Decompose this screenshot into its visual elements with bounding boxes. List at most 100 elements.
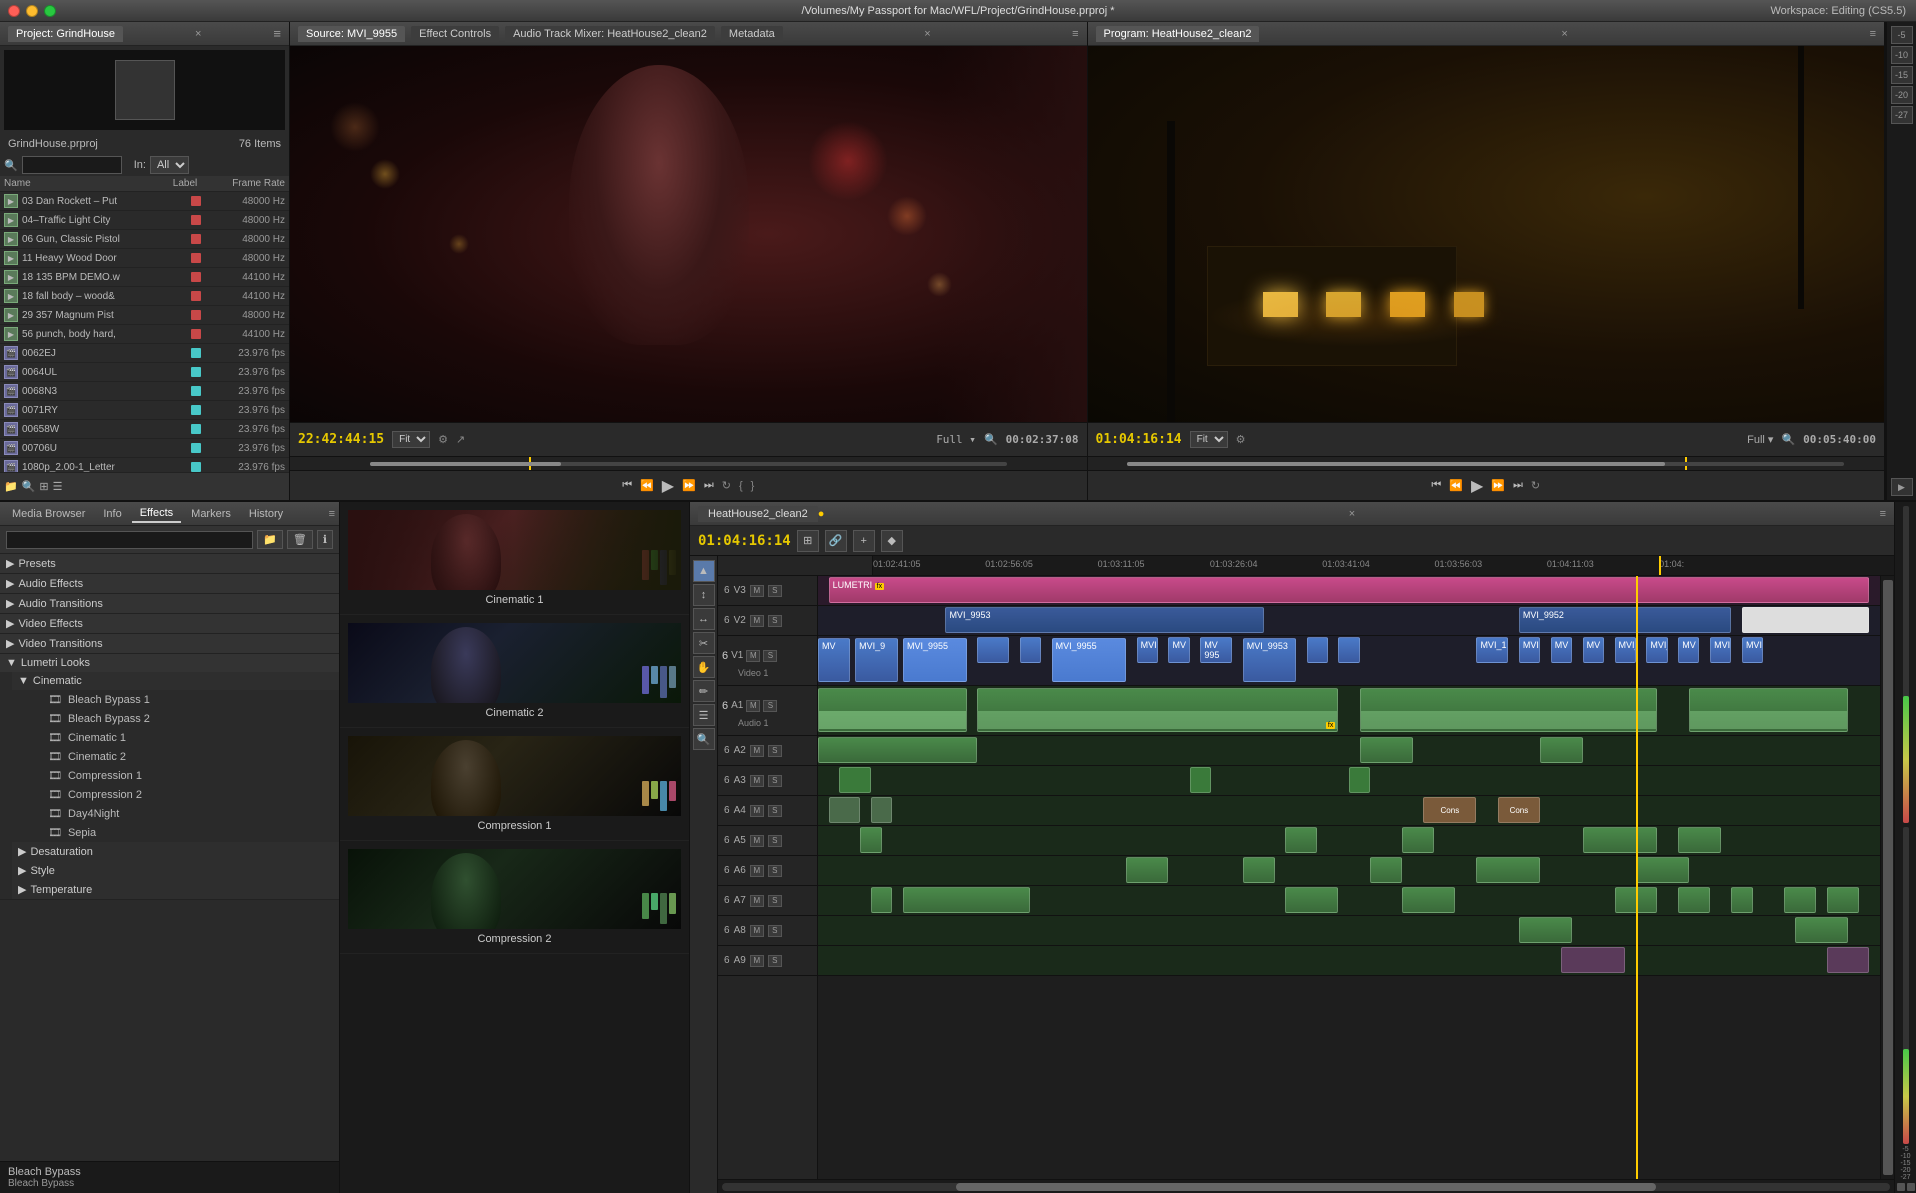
project-panel-menu[interactable]: ≡ (273, 26, 281, 41)
source-fit-select[interactable]: Fit (392, 431, 430, 448)
audio-effects-group-header[interactable]: ▶ Audio Effects (0, 574, 339, 593)
pen-tool[interactable]: ✏ (693, 680, 715, 702)
tab-info[interactable]: Info (95, 506, 129, 522)
track-a5-content[interactable] (818, 826, 1880, 856)
audio-transitions-group-header[interactable]: ▶ Audio Transitions (0, 594, 339, 613)
v1-sync[interactable]: S (763, 650, 777, 662)
source-mark-out[interactable]: } (751, 480, 755, 492)
presets-group-header[interactable]: ▶ Presets (0, 554, 339, 573)
preview-cinematic-1[interactable]: Cinematic 1 (340, 502, 689, 615)
a3-clip-2[interactable] (1190, 767, 1211, 793)
v1-clip-mvi[interactable]: MVI (1519, 637, 1540, 663)
compression-2-item[interactable]: 🎞 Compression 2 (12, 785, 339, 804)
project-list-btn[interactable]: ☰ (53, 480, 63, 493)
list-item[interactable]: ▶ 04–Traffic Light City 48000 Hz (0, 211, 289, 230)
a1-m[interactable]: M (746, 700, 760, 712)
a5-clip-3[interactable] (1402, 827, 1434, 853)
v2-toggle[interactable]: M (750, 615, 764, 627)
a1-clip-3[interactable] (1360, 688, 1657, 732)
list-item[interactable]: ▶ 06 Gun, Classic Pistol 48000 Hz (0, 230, 289, 249)
cut-tool[interactable]: ✂ (693, 632, 715, 654)
project-search-input[interactable] (22, 156, 122, 174)
a8-clip-1[interactable] (1519, 917, 1572, 943)
list-item[interactable]: 🎬 0062EJ 23.976 fps (0, 344, 289, 363)
audio-track-mixer-tab[interactable]: Audio Track Mixer: HeatHouse2_clean2 (505, 26, 715, 42)
scope-btn-3[interactable]: -15 (1891, 66, 1913, 84)
timeline-scrollbar[interactable] (1880, 576, 1894, 1179)
v2-clip-1[interactable]: MVI_9953 (945, 607, 1264, 633)
list-item[interactable]: ▶ 18 fall body – wood& 44100 Hz (0, 287, 289, 306)
a3-m[interactable]: M (750, 775, 764, 787)
timeline-timecode[interactable]: 01:04:16:14 (698, 533, 791, 549)
v2-sync[interactable]: S (768, 615, 782, 627)
v1-clip-1s[interactable]: MVI_1 (1476, 637, 1508, 663)
a6-clip-4[interactable] (1476, 857, 1540, 883)
v1-clip-mv[interactable]: MV (818, 638, 850, 682)
metadata-tab[interactable]: Metadata (721, 26, 783, 42)
timeline-close[interactable]: × (1349, 508, 1355, 520)
a2-clip-3[interactable] (1540, 737, 1582, 763)
meter-btn-1[interactable] (1897, 1183, 1905, 1191)
effect-controls-tab[interactable]: Effect Controls (411, 26, 499, 42)
v1-toggle[interactable]: M (746, 650, 760, 662)
cinematic-2-item[interactable]: 🎞 Cinematic 2 (12, 747, 339, 766)
a5-clip-2[interactable] (1285, 827, 1317, 853)
list-item[interactable]: ▶ 11 Heavy Wood Door 48000 Hz (0, 249, 289, 268)
in-select[interactable]: All (150, 156, 189, 174)
a6-m[interactable]: M (750, 865, 764, 877)
track-a9-content[interactable] (818, 946, 1880, 976)
window-controls[interactable] (8, 5, 56, 17)
effects-panel-menu[interactable]: ≡ (329, 508, 335, 520)
source-step-back[interactable]: ⏪ (640, 479, 654, 492)
v1-clip-mv3[interactable]: MV (1583, 637, 1604, 663)
compression-1-item[interactable]: 🎞 Compression 1 (12, 766, 339, 785)
a5-m[interactable]: M (750, 835, 764, 847)
a3-s[interactable]: S (768, 775, 782, 787)
tab-media-browser[interactable]: Media Browser (4, 506, 93, 522)
a9-clip-1[interactable] (1561, 947, 1625, 973)
timeline-menu[interactable]: ≡ (1880, 508, 1886, 520)
scope-btn-2[interactable]: -10 (1891, 46, 1913, 64)
v1-clip-mvi9955[interactable]: MVI_9955 (903, 638, 967, 682)
a6-clip-5[interactable] (1636, 857, 1689, 883)
source-mark-in[interactable]: { (739, 480, 743, 492)
source-monitor-close[interactable]: × (924, 28, 930, 40)
source-scrubbar[interactable] (290, 456, 1087, 470)
scope-btn-4[interactable]: -20 (1891, 86, 1913, 104)
source-tab[interactable]: Source: MVI_9955 (298, 26, 405, 42)
v1-clip-9953b[interactable]: MVI_9953 (1243, 638, 1296, 682)
a9-s[interactable]: S (768, 955, 782, 967)
day4night-item[interactable]: 🎞 Day4Night (12, 804, 339, 823)
a4-m[interactable]: M (750, 805, 764, 817)
scope-btn-5[interactable]: -27 (1891, 106, 1913, 124)
a7-clip-8[interactable] (1784, 887, 1816, 913)
a1-clip-1[interactable] (818, 688, 967, 732)
a5-clip-1[interactable] (860, 827, 881, 853)
a6-clip-2[interactable] (1243, 857, 1275, 883)
project-view-btn[interactable]: ⊞ (39, 480, 48, 493)
lumetri-group-header[interactable]: ▼ Lumetri Looks (0, 654, 339, 672)
maximize-button[interactable] (44, 5, 56, 17)
list-item[interactable]: ▶ 56 punch, body hard, 44100 Hz (0, 325, 289, 344)
timeline-tab[interactable]: HeatHouse2_clean2 (698, 506, 818, 522)
a7-clip-9[interactable] (1827, 887, 1859, 913)
v1-clip-mv4[interactable]: MV (1678, 637, 1699, 663)
v3-sync[interactable]: S (768, 585, 782, 597)
v1-clip-mvi9[interactable]: MVI_9 (855, 638, 897, 682)
track-v1-content[interactable]: MV MVI_9 MVI_9955 MVI_9955 MVI MV MV 995… (818, 636, 1880, 686)
a5-clip-4[interactable] (1583, 827, 1657, 853)
program-timecode[interactable]: 01:04:16:14 (1096, 432, 1182, 447)
program-step-back[interactable]: ⏪ (1449, 479, 1463, 492)
video-effects-group-header[interactable]: ▶ Video Effects (0, 614, 339, 633)
track-v3-content[interactable]: LUMETRI fx (818, 576, 1880, 606)
program-zoom-icon[interactable]: 🔍 (1781, 433, 1795, 446)
scope-btn-1[interactable]: -5 (1891, 26, 1913, 44)
lumetri-clip[interactable]: LUMETRI fx (829, 577, 1870, 603)
tl-snap-btn[interactable]: ⊞ (797, 530, 819, 552)
a2-clip-1[interactable] (818, 737, 977, 763)
source-loop[interactable]: ↻ (722, 479, 731, 492)
source-prev-frame[interactable]: ⏮ (622, 479, 632, 492)
track-a2-content[interactable] (818, 736, 1880, 766)
a5-s[interactable]: S (768, 835, 782, 847)
v2-clip-3[interactable] (1742, 607, 1869, 633)
